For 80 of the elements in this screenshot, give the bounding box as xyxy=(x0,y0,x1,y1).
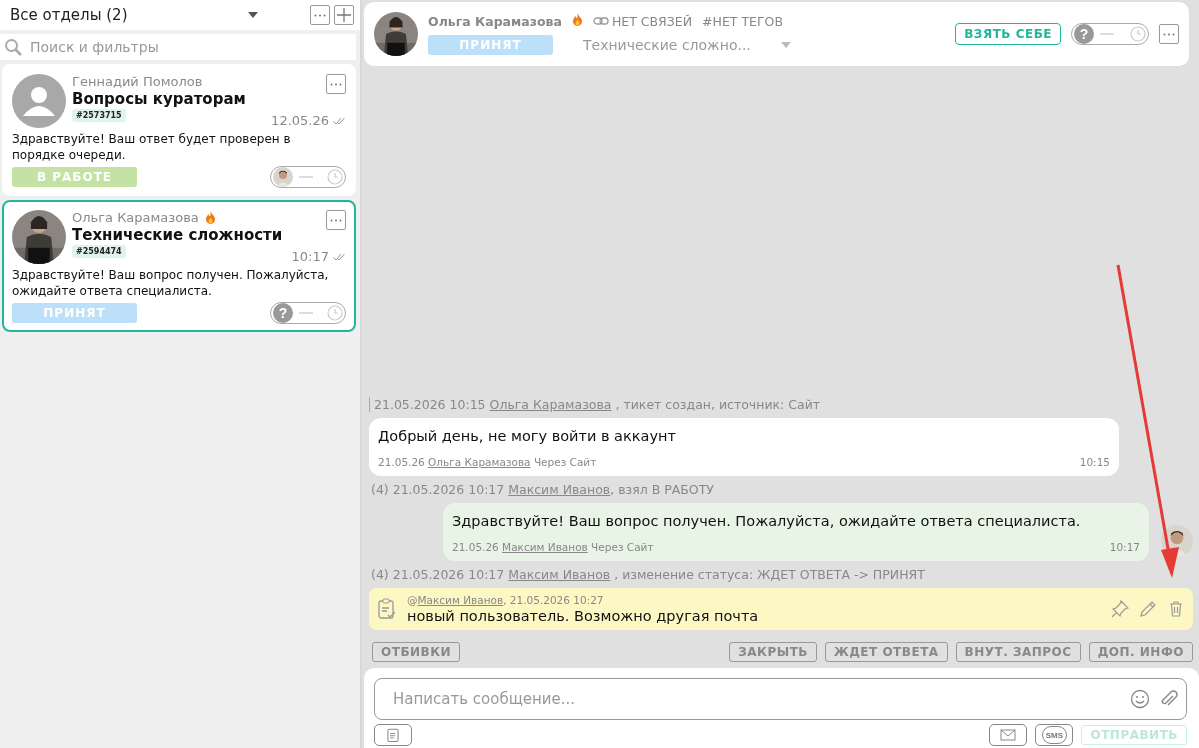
author-link[interactable]: Ольга Карамазова xyxy=(489,397,612,412)
clipboard-icon xyxy=(385,727,401,743)
trash-icon[interactable] xyxy=(1167,600,1185,618)
question-mark: ? xyxy=(1074,24,1094,44)
caret-icon[interactable] xyxy=(248,12,258,18)
action-button[interactable]: ОТБИВКИ xyxy=(372,642,461,662)
plus-icon xyxy=(336,7,352,23)
sms-button[interactable]: SMS xyxy=(1035,724,1074,746)
message-field[interactable]: Написать сообщение... xyxy=(391,689,1120,709)
ticket-card[interactable]: Ольга Карамазова Технические сложности #2594474 10:17 Здравствуйте! Ваш вопрос получен. Пожалуйста, ожидайте ответа специалиста. ПРИНЯТ ? xyxy=(2,200,356,332)
ticket-number: #2594474 xyxy=(72,245,126,258)
ticket-time: 12.05.26 xyxy=(271,113,329,128)
assignee-toggle[interactable] xyxy=(270,166,346,188)
more-icon xyxy=(330,82,342,86)
message-meta: 21.05.26 Ольга Карамазова Через Сайт xyxy=(378,456,597,468)
ticket-time: 10:17 xyxy=(291,249,329,264)
take-button[interactable]: ВЗЯТЬ СЕБЕ xyxy=(955,23,1061,45)
flame-icon xyxy=(571,13,583,26)
ticket-subject: Технические сложности xyxy=(72,226,284,244)
envelope-icon xyxy=(1000,727,1017,743)
pin-icon[interactable] xyxy=(1111,600,1129,618)
ticket-author: Геннадий Помолов xyxy=(72,74,203,89)
double-check-icon xyxy=(333,252,346,261)
links-label[interactable]: НЕТ СВЯЗЕЙ xyxy=(611,13,693,29)
author-link[interactable]: Ольга Карамазова xyxy=(428,456,531,468)
customer-name: Ольга Карамазова xyxy=(428,13,562,29)
more-button[interactable] xyxy=(326,74,346,94)
action-button[interactable]: ЗАКРЫТЬ xyxy=(729,642,817,662)
topic-selector[interactable]: Технические сложно... xyxy=(583,37,751,53)
question-mark: ? xyxy=(273,303,293,323)
clock-icon xyxy=(327,305,343,321)
more-button[interactable] xyxy=(1159,24,1179,44)
add-button[interactable] xyxy=(334,5,354,25)
message-text: Здравствуйте! Ваш вопрос получен. Пожалуйста, ожидайте ответа специалиста. xyxy=(452,513,1082,529)
status-badge[interactable]: ПРИНЯТ xyxy=(428,35,553,55)
event-line: (4) 21.05.2026 10:17 Максим Иванов , изменение статуса: ЖДЕТ ОТВЕТА -> ПРИНЯТ xyxy=(370,567,926,582)
assignee-toggle[interactable]: ? xyxy=(1071,23,1149,45)
ticket-preview: Здравствуйте! Ваш вопрос получен. Пожалуйста, ожидайте ответа специалиста. xyxy=(12,267,330,299)
author-link[interactable]: Максим Иванов xyxy=(508,567,611,582)
search-field[interactable]: Поиск и фильтры xyxy=(28,38,356,56)
clipboard-icon xyxy=(377,598,397,620)
template-button[interactable] xyxy=(374,724,412,746)
ticket-subject: Вопросы кураторам xyxy=(72,90,247,108)
message-meta: 21.05.26 Максим Иванов Через Сайт xyxy=(452,541,654,553)
double-check-icon xyxy=(333,116,346,125)
message-time: 10:15 xyxy=(1079,456,1110,468)
event-line: 21.05.2026 10:15 Ольга Карамазова , тикет создан, источник: Сайт xyxy=(369,397,1193,412)
tags-label[interactable]: #НЕТ ТЕГОВ xyxy=(702,13,783,29)
user-silhouette-icon xyxy=(12,74,66,128)
email-button[interactable] xyxy=(989,724,1028,746)
composer-box[interactable]: Написать сообщение... xyxy=(374,678,1187,720)
search-box[interactable]: Поиск и фильтры xyxy=(0,34,356,60)
action-button[interactable]: ВНУТ. ЗАПРОС xyxy=(955,642,1081,662)
ticket-card[interactable]: Геннадий Помолов Вопросы кураторам #2573715 12.05.26 Здравствуйте! Ваш ответ будет проверен в порядке очереди. В РАБОТЕ xyxy=(2,64,356,196)
more-icon xyxy=(314,13,326,17)
clock-icon xyxy=(1130,26,1146,42)
status-badge[interactable]: В РАБОТЕ xyxy=(12,167,137,187)
author-link[interactable]: Максим Иванов xyxy=(502,541,588,553)
flame-icon xyxy=(204,211,216,224)
pencil-icon[interactable] xyxy=(1139,600,1157,618)
action-button[interactable]: ДОП. ИНФО xyxy=(1088,642,1193,662)
more-button[interactable] xyxy=(310,5,330,25)
search-icon xyxy=(4,38,22,56)
note-meta: @Максим Иванов, 21.05.2026 10:27 xyxy=(407,594,605,606)
note-text: новый пользователь. Возможно другая почта xyxy=(407,608,760,624)
ticket-author: Ольга Карамазова xyxy=(72,210,199,225)
more-icon xyxy=(1163,32,1175,36)
action-button[interactable]: ЖДЕТ ОТВЕТА xyxy=(824,642,948,662)
ticket-preview: Здравствуйте! Ваш ответ будет проверен в порядке очереди. xyxy=(12,131,292,163)
clock-icon xyxy=(327,169,343,185)
message-time: 10:17 xyxy=(1109,541,1140,553)
more-icon xyxy=(330,218,342,222)
event-line: (4) 21.05.2026 10:17 Максим Иванов, взял В РАБОТУ xyxy=(370,482,715,497)
more-button[interactable] xyxy=(326,210,346,230)
message-text: Добрый день, не могу войти в аккаунт xyxy=(378,428,677,444)
link-icon xyxy=(592,16,609,26)
ticket-number: #2573715 xyxy=(72,109,126,122)
assignee-toggle[interactable]: ? xyxy=(270,302,346,324)
status-badge[interactable]: ПРИНЯТ xyxy=(12,303,137,323)
smiley-icon[interactable] xyxy=(1130,689,1150,709)
